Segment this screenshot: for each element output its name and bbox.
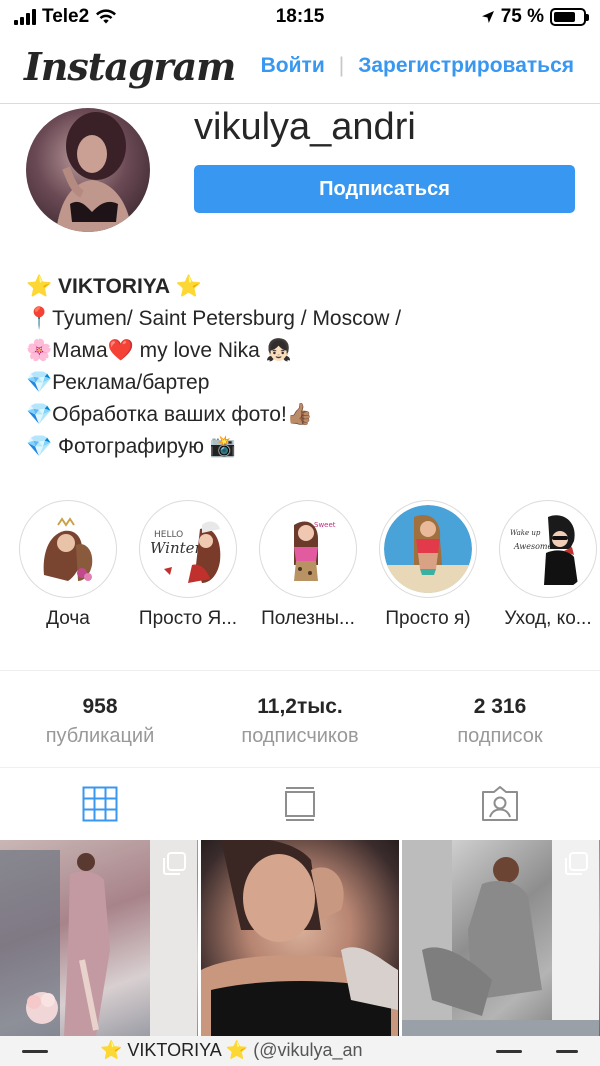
highlight-item[interactable]: Wake up Awesome Уход, ко... <box>488 500 600 630</box>
bio-name-line: ⭐ VIKTORIYA ⭐ <box>26 271 586 303</box>
story-highlights: Доча HELLO Winter Просто Я... Sweet Поле… <box>0 500 600 640</box>
bio-photo-line: 💎 Фотографирую 📸 <box>26 435 236 458</box>
following-count: 2 316 <box>473 695 527 718</box>
left-dash <box>22 1050 48 1053</box>
profile-username: vikulya_andri <box>194 106 416 148</box>
posts-count: 958 <box>82 695 118 718</box>
auth-actions: Войти | Зарегистрироваться <box>261 54 574 78</box>
bottom-title: ⭐ VIKTORIYA ⭐ (@vikulya_an <box>100 1040 363 1061</box>
followers-label: подписчиков <box>241 725 359 747</box>
status-right-group: 75 % <box>481 6 589 28</box>
svg-text:Winter: Winter <box>150 539 203 557</box>
posts-grid <box>0 840 600 1036</box>
stat-posts: 958 публикаций <box>0 671 200 767</box>
highlight-cover: HELLO Winter <box>144 505 232 593</box>
highlight-ring: Sweet <box>259 500 357 598</box>
battery-icon <box>550 8 589 26</box>
highlight-label: Доча <box>46 608 90 629</box>
top-header: Instagram Войти | Зарегистрироваться <box>0 34 600 104</box>
tab-grid[interactable] <box>0 768 200 840</box>
profile-avatar[interactable] <box>26 108 150 232</box>
battery-percent: 75 % <box>500 6 544 27</box>
highlight-item[interactable]: HELLO Winter Просто Я... <box>128 500 248 630</box>
highlight-cover <box>384 505 472 593</box>
profile-stats: 958 публикаций 11,2тыс. подписчиков 2 31… <box>0 670 600 768</box>
stat-followers[interactable]: 11,2тыс. подписчиков <box>200 671 400 767</box>
highlight-label: Уход, ко... <box>504 608 592 629</box>
bio-display-name: VIKTORIYA <box>58 275 171 298</box>
highlight-item[interactable]: Sweet Полезны... <box>248 500 368 630</box>
stat-following[interactable]: 2 316 подписок <box>400 671 600 767</box>
highlight-item[interactable]: Доча <box>8 500 128 630</box>
bio-ads-line: 💎Реклама/бартер <box>26 371 210 394</box>
svg-text:Wake up: Wake up <box>510 529 541 537</box>
highlight-label: Просто Я... <box>138 608 238 629</box>
post-thumbnail[interactable] <box>402 840 600 1036</box>
highlight-ring <box>379 500 477 598</box>
svg-text:Sweet: Sweet <box>314 521 336 529</box>
highlight-item[interactable]: Просто я) <box>368 500 488 630</box>
tab-tagged[interactable] <box>400 768 600 840</box>
highlight-cover: Wake up Awesome <box>504 505 592 593</box>
tab-feed[interactable] <box>200 768 400 840</box>
following-label: подписок <box>457 725 543 747</box>
post-thumbnail[interactable] <box>0 840 198 1036</box>
follow-button[interactable]: Подписаться <box>194 165 575 213</box>
right-dash-short <box>556 1050 578 1053</box>
profile-tabs <box>0 768 600 840</box>
grid-icon <box>82 786 118 822</box>
highlight-ring: Wake up Awesome <box>499 500 597 598</box>
bottom-display-name: ⭐ VIKTORIYA ⭐ <box>100 1040 249 1060</box>
tagged-icon <box>482 786 518 821</box>
star-emoji: ⭐ <box>26 275 53 298</box>
bio-location-line: 📍Tyumen/ Saint Petersburg / Moscow / <box>26 307 402 330</box>
bottom-handle: (@vikulya_an <box>253 1040 363 1060</box>
bio-editing-line: 💎Обработка ваших фото!👍🏽 <box>26 403 313 426</box>
status-bar: Tele2 18:15 75 % <box>0 0 600 34</box>
profile-bio: ⭐ VIKTORIYA ⭐ 📍Tyumen/ Saint Petersburg … <box>26 271 586 463</box>
post-photo <box>201 840 398 1036</box>
multiple-photos-icon <box>163 852 186 875</box>
post-thumbnail[interactable] <box>201 840 399 1036</box>
highlight-label: Полезны... <box>261 608 355 629</box>
feed-icon <box>285 787 315 821</box>
multiple-photos-icon <box>565 852 588 875</box>
battery-fill <box>554 12 575 22</box>
star-emoji: ⭐ <box>175 275 203 298</box>
highlight-cover <box>24 505 112 593</box>
highlight-cover: Sweet <box>264 505 352 593</box>
bottom-title-bar: ⭐ VIKTORIYA ⭐ (@vikulya_an <box>0 1036 600 1066</box>
instagram-logo[interactable]: Instagram <box>24 44 236 89</box>
posts-label: публикаций <box>45 725 155 747</box>
login-link[interactable]: Войти <box>261 54 325 78</box>
highlight-label: Просто я) <box>385 608 471 629</box>
highlight-ring <box>19 500 117 598</box>
followers-count: 11,2тыс. <box>257 695 343 718</box>
right-dash <box>496 1050 522 1053</box>
divider: | <box>338 54 345 77</box>
avatar-photo <box>56 112 132 232</box>
highlight-ring: HELLO Winter <box>139 500 237 598</box>
bio-family-line: 🌸Мама❤️ my love Nika 👧🏻 <box>26 339 292 362</box>
signup-link[interactable]: Зарегистрироваться <box>358 54 574 78</box>
svg-text:Awesome: Awesome <box>513 542 553 551</box>
location-arrow-icon <box>481 11 494 23</box>
